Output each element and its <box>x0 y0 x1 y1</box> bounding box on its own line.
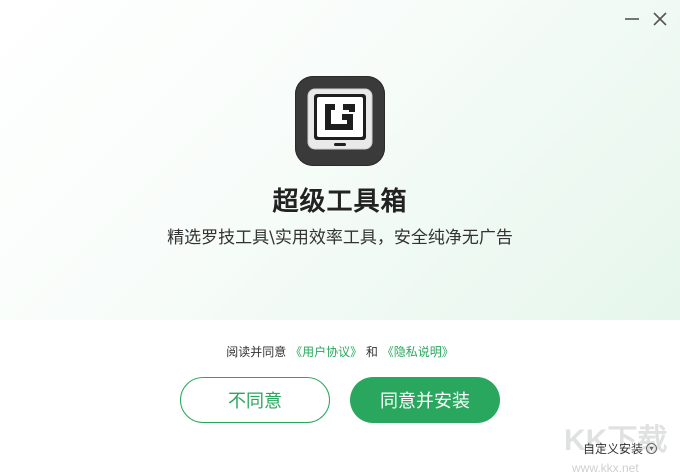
minimize-icon <box>625 18 639 20</box>
agreement-conjunction: 和 <box>365 345 378 359</box>
custom-install-label: 自定义安装 <box>583 442 644 456</box>
agree-install-button[interactable]: 同意并安装 <box>350 377 500 423</box>
agreement-line: 阅读并同意 《用户协议》 和 《隐私说明》 <box>0 343 680 360</box>
logitech-g-monitor-logo <box>307 88 373 150</box>
user-agreement-link[interactable]: 《用户协议》 <box>290 345 362 359</box>
privacy-policy-link[interactable]: 《隐私说明》 <box>382 345 454 359</box>
close-icon <box>653 12 667 26</box>
agreement-prefix: 阅读并同意 <box>226 345 287 359</box>
chevron-down-icon: ▾ <box>646 443 658 454</box>
custom-install-toggle[interactable]: 自定义安装 ▾ <box>583 440 658 457</box>
app-title: 超级工具箱 <box>272 187 408 217</box>
minimize-button[interactable] <box>622 9 642 29</box>
app-logo <box>295 76 385 166</box>
close-button[interactable] <box>650 9 670 29</box>
svg-text:www.kkx.net: www.kkx.net <box>571 461 639 475</box>
decline-button[interactable]: 不同意 <box>180 377 330 423</box>
app-subtitle: 精选罗技工具\实用效率工具，安全纯净无广告 <box>167 228 513 248</box>
